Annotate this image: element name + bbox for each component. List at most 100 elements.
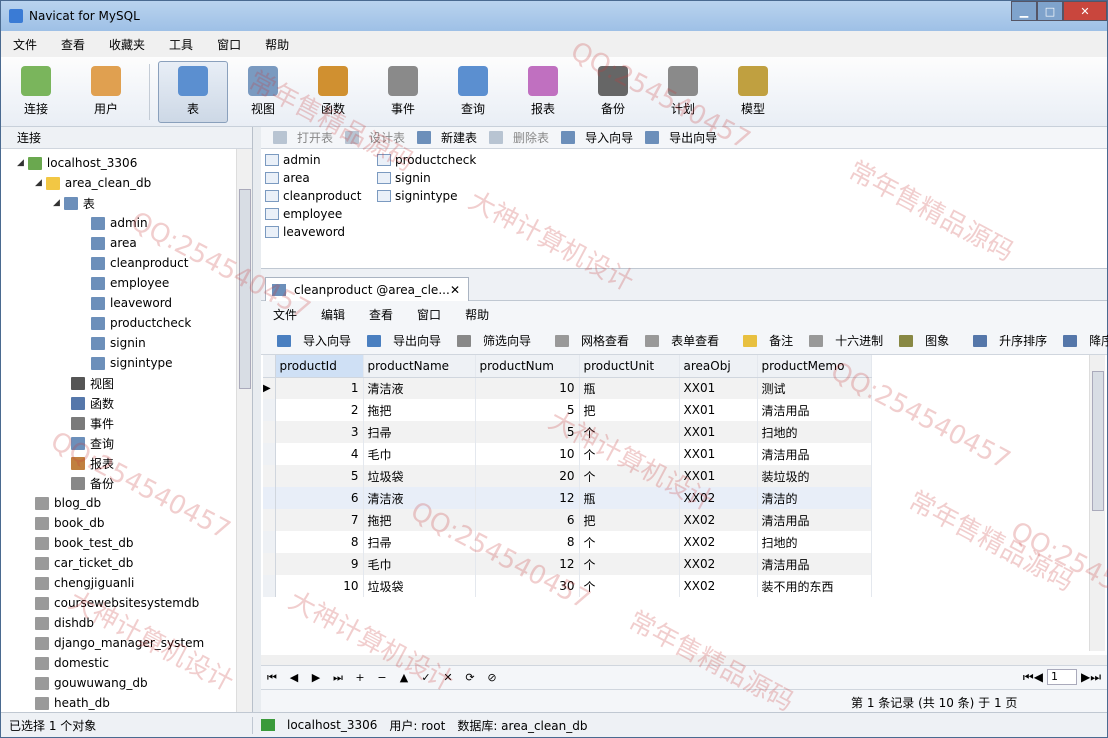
table-toolbar-button[interactable]: 降序排序 bbox=[1055, 332, 1108, 349]
table-cell[interactable]: 个 bbox=[579, 553, 680, 575]
menu-item[interactable]: 文件 bbox=[1, 36, 49, 53]
tree-item[interactable]: admin bbox=[91, 213, 148, 233]
toolbar-button-backup[interactable]: 备份 bbox=[578, 61, 648, 123]
object-item[interactable]: employee bbox=[265, 205, 342, 223]
table-cell[interactable]: 3 bbox=[275, 421, 364, 443]
menu-item[interactable]: 查看 bbox=[49, 36, 97, 53]
toolbar-button-table[interactable]: 表 bbox=[158, 60, 228, 123]
table-row[interactable]: 9 毛巾 12 个 XX02 清洁用品 bbox=[263, 553, 872, 575]
table-cell[interactable]: 6 bbox=[275, 487, 364, 509]
expand-icon[interactable]: ◢ bbox=[35, 178, 42, 188]
column-header[interactable]: productId bbox=[275, 355, 364, 378]
table-toolbar-button[interactable]: 网格查看 bbox=[547, 332, 629, 349]
menu-item[interactable]: 收藏夹 bbox=[97, 36, 157, 53]
first-page-button[interactable]: ⏮ bbox=[1023, 670, 1034, 685]
toolbar-button-function[interactable]: 函数 bbox=[298, 61, 368, 123]
table-cell[interactable]: 个 bbox=[579, 421, 680, 443]
toolbar-button-query[interactable]: 查询 bbox=[438, 61, 508, 123]
pane-splitter[interactable] bbox=[253, 127, 261, 712]
table-toolbar-button[interactable]: 导出向导 bbox=[359, 332, 441, 349]
table-cell[interactable]: 4 bbox=[275, 443, 364, 465]
table-cell[interactable]: 2 bbox=[275, 399, 364, 421]
table-cell[interactable]: 扫地的 bbox=[757, 421, 872, 443]
toolbar-button-schedule[interactable]: 计划 bbox=[648, 61, 718, 123]
tree-item[interactable]: django_manager_system bbox=[35, 633, 204, 653]
table-cell[interactable]: 清洁用品 bbox=[757, 509, 872, 531]
object-item[interactable]: admin bbox=[265, 151, 321, 169]
column-header[interactable]: productNum bbox=[475, 355, 580, 378]
tree-item[interactable]: 视图 bbox=[71, 373, 114, 393]
row-header[interactable] bbox=[263, 553, 276, 575]
expand-icon[interactable]: ◢ bbox=[17, 158, 24, 168]
table-menu-item[interactable]: 文件 bbox=[261, 306, 309, 323]
tab-cleanproduct[interactable]: cleanproduct @area_cle... ✕ bbox=[265, 277, 469, 301]
table-cell[interactable]: XX02 bbox=[679, 553, 758, 575]
object-item[interactable]: signintype bbox=[377, 187, 458, 205]
table-cell[interactable]: 拖把 bbox=[363, 399, 476, 421]
table-cell[interactable]: XX02 bbox=[679, 487, 758, 509]
table-cell[interactable]: 6 bbox=[475, 509, 580, 531]
table-cell[interactable]: 扫地的 bbox=[757, 531, 872, 553]
row-header[interactable] bbox=[263, 465, 276, 487]
table-cell[interactable]: 个 bbox=[579, 575, 680, 597]
table-cell[interactable]: 装垃圾的 bbox=[757, 465, 872, 487]
table-cell[interactable]: 5 bbox=[475, 421, 580, 443]
table-cell[interactable]: 10 bbox=[475, 443, 580, 465]
menu-item[interactable]: 帮助 bbox=[253, 36, 301, 53]
tree-item[interactable]: heath_db bbox=[35, 693, 110, 712]
table-cell[interactable]: 测试 bbox=[757, 377, 872, 399]
delete-record-button[interactable]: − bbox=[371, 671, 393, 684]
table-cell[interactable]: 30 bbox=[475, 575, 580, 597]
row-header[interactable] bbox=[263, 421, 276, 443]
tree-item[interactable]: 事件 bbox=[71, 413, 114, 433]
table-row[interactable]: 7 拖把 6 把 XX02 清洁用品 bbox=[263, 509, 872, 531]
object-toolbar-button[interactable]: 设计表 bbox=[339, 129, 405, 146]
apply-edit-button[interactable]: ▲ bbox=[393, 671, 415, 684]
tree-item[interactable]: 备份 bbox=[71, 473, 114, 493]
table-menu-item[interactable]: 帮助 bbox=[453, 306, 501, 323]
stop-button[interactable]: ⊘ bbox=[481, 671, 503, 684]
table-cell[interactable]: 扫帚 bbox=[363, 531, 476, 553]
table-cell[interactable]: 清洁用品 bbox=[757, 399, 872, 421]
tree-item[interactable]: ◢ 表 bbox=[53, 193, 95, 213]
table-cell[interactable]: 垃圾袋 bbox=[363, 465, 476, 487]
tree-item[interactable]: signintype bbox=[91, 353, 173, 373]
tree-item[interactable]: 报表 bbox=[71, 453, 114, 473]
table-cell[interactable]: 个 bbox=[579, 531, 680, 553]
object-toolbar-button[interactable]: 导出向导 bbox=[639, 129, 717, 146]
cancel-edit-button[interactable]: ✕ bbox=[437, 671, 459, 684]
table-cell[interactable]: 毛巾 bbox=[363, 443, 476, 465]
table-menu-item[interactable]: 编辑 bbox=[309, 306, 357, 323]
table-cell[interactable]: 清洁的 bbox=[757, 487, 872, 509]
expand-icon[interactable]: ◢ bbox=[53, 198, 60, 208]
tree-item[interactable]: leaveword bbox=[91, 293, 172, 313]
object-item[interactable]: signin bbox=[377, 169, 431, 187]
table-cell[interactable]: 清洁液 bbox=[363, 377, 476, 399]
column-header[interactable]: productMemo bbox=[757, 355, 872, 378]
table-menu-item[interactable]: 查看 bbox=[357, 306, 405, 323]
table-cell[interactable]: XX01 bbox=[679, 377, 758, 399]
column-header[interactable]: areaObj bbox=[679, 355, 758, 378]
table-row[interactable]: 4 毛巾 10 个 XX01 清洁用品 bbox=[263, 443, 872, 465]
row-header[interactable] bbox=[263, 443, 276, 465]
tree-item[interactable]: cleanproduct bbox=[91, 253, 188, 273]
table-cell[interactable]: 瓶 bbox=[579, 377, 680, 399]
menu-item[interactable]: 窗口 bbox=[205, 36, 253, 53]
close-window-button[interactable]: ✕ bbox=[1063, 1, 1107, 21]
tree-item[interactable]: employee bbox=[91, 273, 169, 293]
tree-item[interactable]: book_test_db bbox=[35, 533, 134, 553]
tree-item[interactable]: signin bbox=[91, 333, 146, 353]
row-header[interactable] bbox=[263, 575, 276, 597]
table-cell[interactable]: 装不用的东西 bbox=[757, 575, 872, 597]
table-cell[interactable]: 12 bbox=[475, 487, 580, 509]
tab-close-icon[interactable]: ✕ bbox=[450, 283, 460, 297]
tree-item[interactable]: 查询 bbox=[71, 433, 114, 453]
table-cell[interactable]: 把 bbox=[579, 509, 680, 531]
row-header[interactable]: ▶ bbox=[263, 377, 276, 399]
tree-item[interactable]: car_ticket_db bbox=[35, 553, 133, 573]
table-cell[interactable]: 清洁用品 bbox=[757, 443, 872, 465]
table-row[interactable]: ▶ 1 清洁液 10 瓶 XX01 测试 bbox=[263, 377, 872, 399]
table-toolbar-button[interactable]: 表单查看 bbox=[637, 332, 719, 349]
tree-scrollbar[interactable] bbox=[236, 149, 252, 712]
minimize-button[interactable]: ▁ bbox=[1011, 1, 1037, 21]
